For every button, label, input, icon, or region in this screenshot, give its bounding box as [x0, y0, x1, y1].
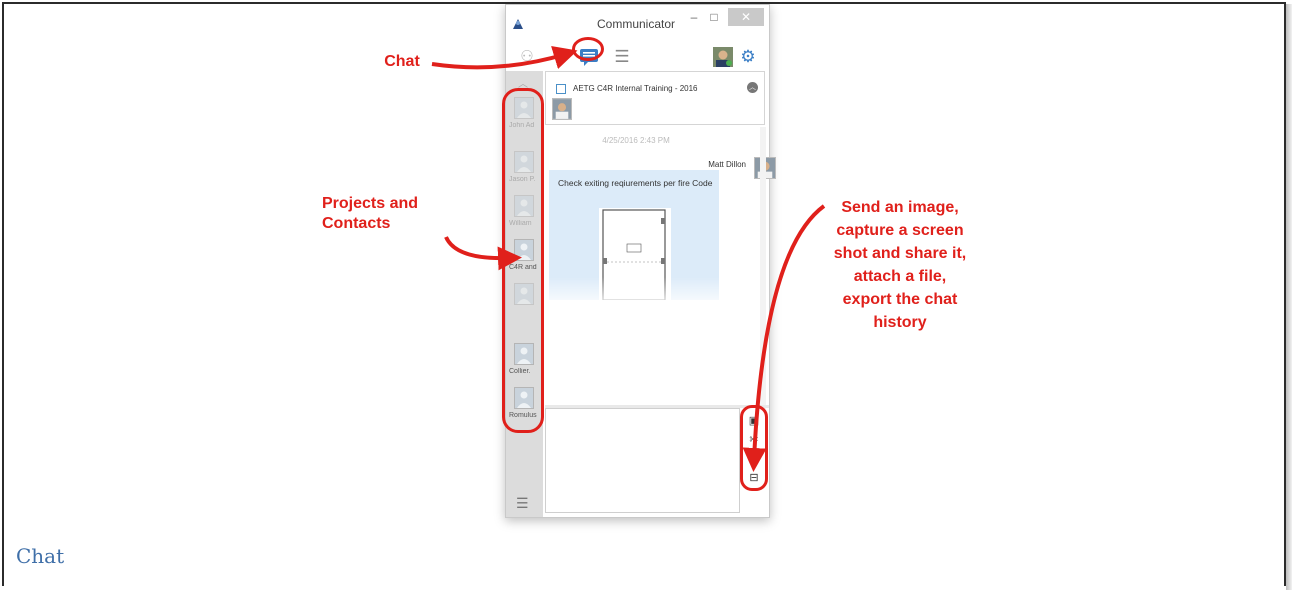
user-avatar[interactable] — [713, 47, 733, 67]
project-member-avatar[interactable] — [552, 98, 572, 120]
history-fade — [546, 277, 763, 377]
message-timestamp: 4/25/2016 2:43 PM — [602, 136, 670, 145]
frame-shadow — [1286, 4, 1292, 590]
maximize-button[interactable]: □ — [704, 8, 724, 26]
message-sender: Matt Dillon — [708, 160, 746, 169]
message-area: 4/25/2016 2:43 PM Matt Dillon Check exit… — [546, 127, 776, 409]
menu-icon[interactable]: ☰ — [516, 495, 529, 512]
actions-highlight-ring — [740, 405, 768, 491]
sidebar-highlight-ring — [502, 88, 544, 433]
collapse-icon[interactable]: ︿ — [747, 82, 758, 93]
figure-caption: Chat — [16, 544, 65, 568]
people-icon[interactable]: ⚇ — [516, 45, 538, 69]
title-bar: Communicator – □ ✕ — [506, 5, 769, 39]
close-button[interactable]: ✕ — [728, 8, 764, 26]
toolbar: ⚇ ☰ ⚙ — [506, 43, 769, 71]
gear-icon[interactable]: ⚙ — [738, 45, 758, 69]
compose-input[interactable] — [545, 408, 740, 513]
window-title: Communicator — [596, 17, 676, 31]
message-text: Check exiting reqiurements per fire Code — [558, 178, 713, 188]
message-scrollbar[interactable] — [760, 127, 766, 409]
chat-annotation: Chat — [384, 53, 420, 70]
chat-highlight-ring — [572, 37, 604, 61]
minimize-button[interactable]: – — [684, 8, 704, 26]
list-icon[interactable]: ☰ — [610, 45, 634, 69]
app-icon — [513, 19, 523, 29]
communicator-window: Communicator – □ ✕ ⚇ ☰ ⚙ ︿ John Ad Jason… — [505, 4, 776, 518]
project-icon — [556, 84, 566, 94]
project-header: AETG C4R Internal Training - 2016 ︿ — [545, 71, 765, 125]
actions-annotation: Send an image, capture a screen shot and… — [833, 199, 967, 331]
projects-contacts-annotation: Projects and Contacts — [322, 195, 419, 232]
project-title: AETG C4R Internal Training - 2016 — [573, 84, 698, 93]
